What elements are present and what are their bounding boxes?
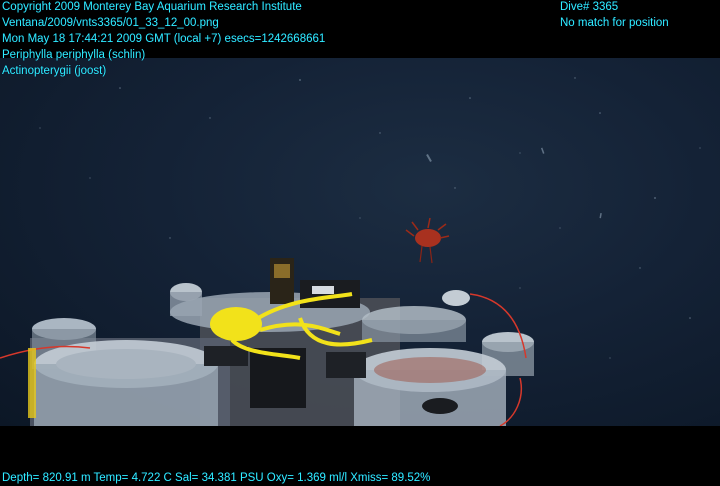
telemetry-text: Depth= 820.91 m Temp= 4.722 C Sal= 34.38… [2, 472, 431, 484]
annotation-actinopterygii: Actinopterygii (joost) [2, 65, 107, 77]
periphylla-jellyfish [405, 217, 450, 264]
header-right: Dive# 3365 No match for position [560, 0, 669, 31]
annotation-periphylla: Periphylla periphylla (schlin) [2, 49, 146, 61]
underwater-scene [0, 77, 701, 426]
position-status-text: No match for position [560, 17, 669, 29]
header-left: Copyright 2009 Monterey Bay Aquarium Res… [2, 0, 325, 79]
timestamp-text: Mon May 18 17:44:21 2009 GMT (local +7) … [2, 33, 326, 45]
dive-number-text: Dive# 3365 [560, 1, 619, 13]
instrument-package [0, 258, 534, 426]
copyright-text: Copyright 2009 Monterey Bay Aquarium Res… [2, 1, 302, 13]
video-frame [0, 58, 720, 426]
file-path-text: Ventana/2009/vnts3365/01_33_12_00.png [2, 17, 219, 29]
telemetry-footer: Depth= 820.91 m Temp= 4.722 C Sal= 34.38… [2, 470, 430, 486]
